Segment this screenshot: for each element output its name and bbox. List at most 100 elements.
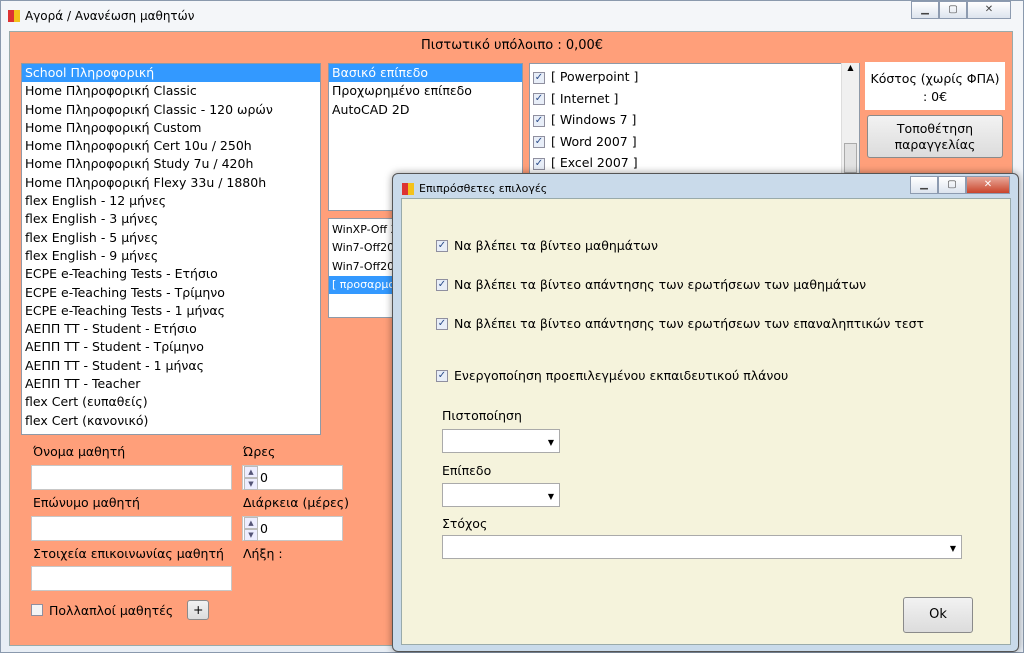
cost-label: Κόστος (χωρίς ΦΠΑ)	[870, 71, 1000, 86]
first-name-input[interactable]	[31, 465, 232, 490]
product-item[interactable]: ΑΕΠΠ ΤΤ - Teacher	[22, 375, 320, 393]
product-item[interactable]: flex English - 5 μήνες	[22, 229, 320, 247]
product-item[interactable]: flex English - 9 μήνες	[22, 247, 320, 265]
place-order-button[interactable]: Τοποθέτηση παραγγελίας	[867, 115, 1003, 158]
duration-label: Διάρκεια (μέρες)	[243, 495, 350, 510]
product-item[interactable]: ΑΕΠΠ ΤΤ - Student - Ετήσιο	[22, 320, 320, 338]
list-item-label: Home Πληροφορική Flexy 33u / 1880h	[25, 174, 267, 190]
option-checkbox[interactable]: ✓	[436, 239, 448, 252]
list-item-label: ΑΕΠΠ ΤΤ - Student - Ετήσιο	[25, 321, 197, 337]
list-item-label: School Πληροφορική	[25, 65, 155, 80]
window-controls: ▁ ▢ ✕	[911, 1, 1011, 19]
list-item-label: [ Powerpoint ]	[551, 69, 639, 84]
dialog-icon	[402, 183, 414, 195]
option-label: Να βλέπει τα βίντεο απάντησης των ερωτήσ…	[454, 277, 867, 292]
module-item[interactable]: ✓ [ Powerpoint ]	[530, 66, 859, 88]
ok-button[interactable]: Ok	[903, 597, 973, 633]
list-item-label: Home Πληροφορική Custom	[25, 119, 202, 135]
product-item[interactable]: flex English - 12 μήνες	[22, 192, 320, 210]
cost-box: Κόστος (χωρίς ΦΠΑ) : 0€	[865, 62, 1005, 110]
list-item-label: ΑΕΠΠ ΤΤ - Student - 1 μήνας	[25, 357, 204, 373]
module-item[interactable]: ✓ [ Windows 7 ]	[530, 109, 859, 131]
module-checkbox[interactable]: ✓	[533, 114, 545, 127]
list-item-label: ECPE e-Teaching Tests - Ετήσιο	[25, 266, 218, 282]
option-checkbox[interactable]: ✓	[436, 278, 448, 291]
list-item-label: Home Πληροφορική Cert 10u / 250h	[25, 138, 252, 154]
expiry-label: Λήξη :	[243, 546, 283, 561]
product-item[interactable]: ECPE e-Teaching Tests - 1 μήνας	[22, 302, 320, 320]
level-dropdown[interactable]: ▼	[442, 483, 560, 507]
option-label: Να βλέπει τα βίντεο μαθημάτων	[454, 238, 658, 253]
cert-dropdown[interactable]: ▼	[442, 429, 560, 453]
maximize-button[interactable]: ▢	[939, 1, 967, 19]
goal-dropdown[interactable]: ▼	[442, 535, 962, 559]
product-item[interactable]: ΑΕΠΠ ΤΤ - Student - 1 μήνας	[22, 357, 320, 375]
minimize-button[interactable]: ▁	[911, 1, 939, 19]
option-label: Να βλέπει τα βίντεο απάντησης των ερωτήσ…	[454, 316, 925, 331]
list-item-label: [ Internet ]	[551, 90, 619, 106]
module-scrollbar[interactable]: ▲	[841, 63, 859, 173]
level-item[interactable]: AutoCAD 2D	[329, 101, 522, 119]
product-item[interactable]: Home Πληροφορική Classic	[22, 82, 320, 100]
add-button[interactable]: +	[187, 600, 210, 620]
product-item[interactable]: ΑΕΠΠ ΤΤ - Student - Τρίμηνο	[22, 338, 320, 356]
module-checkbox[interactable]: ✓	[533, 93, 545, 105]
list-item-label: Win7-Off20	[332, 241, 395, 255]
product-item[interactable]: Home Πληροφορική Custom	[22, 119, 320, 137]
dialog-body: ✓ Να βλέπει τα βίντεο μαθημάτων ✓ Να βλέπε…	[401, 198, 1011, 645]
dialog-close-button[interactable]: ✕	[966, 176, 1010, 194]
duration-stepper[interactable]: ▲ ▼ 0	[242, 516, 343, 541]
product-item[interactable]: School Πληροφορική	[22, 64, 320, 83]
level-item[interactable]: Βασικό επίπεδο	[329, 64, 522, 83]
product-list[interactable]: School Πληροφορική Home Πληροφορική Class…	[21, 63, 321, 435]
multiple-students-label: Πολλαπλοί μαθητές	[49, 602, 174, 618]
dialog-title: Επιπρόσθετες επιλογές	[419, 182, 548, 195]
product-item[interactable]: Home Πληροφορική Study 7u / 420h	[22, 155, 320, 173]
multiple-students-checkbox[interactable]	[31, 604, 43, 616]
product-item[interactable]: ECPE e-Teaching Tests - Τρίμηνο	[22, 284, 320, 302]
product-item[interactable]: flex English - 3 μήνες	[22, 210, 320, 228]
list-item-label: flex Cert (κανονικό)	[25, 412, 149, 428]
last-name-input[interactable]	[31, 516, 232, 541]
list-item-label: ΑΕΠΠ ΤΤ - Teacher	[25, 376, 141, 392]
module-checkbox[interactable]: ✓	[533, 136, 545, 148]
product-item[interactable]: flex Cert (ευπαθείς)	[22, 393, 320, 411]
level-label: Επίπεδο	[442, 463, 492, 478]
product-item[interactable]: ECPE e-Teaching Tests - Ετήσιο	[22, 265, 320, 283]
level-item[interactable]: Προχωρημένο επίπεδο	[329, 82, 522, 100]
contact-input[interactable]	[31, 566, 232, 591]
list-item-label: flex English - 3 μήνες	[25, 211, 159, 227]
hours-stepper[interactable]: ▲ ▼ 0	[242, 465, 343, 490]
list-item-label: flex English - 5 μήνες	[25, 229, 159, 245]
module-item[interactable]: ✓ [ Excel 2007 ]	[530, 152, 859, 174]
list-item-label: Win7-Off20	[332, 259, 395, 273]
product-item[interactable]: Home Πληροφορική Classic - 120 ωρών	[22, 101, 320, 119]
module-checklist[interactable]: ✓ [ Powerpoint ] ✓ [ Internet ] ✓ [ Windows 7…	[529, 63, 860, 183]
product-item[interactable]: Home Πληροφορική Cert 10u / 250h	[22, 137, 320, 155]
list-item-label: [ Excel 2007 ]	[551, 155, 638, 170]
list-item-label: ECPE e-Teaching Tests - Τρίμηνο	[25, 284, 225, 300]
option-checkbox[interactable]: ✓	[436, 317, 448, 330]
list-item-label: flex English - 12 μήνες	[25, 193, 167, 209]
dialog-maximize-button[interactable]: ▢	[938, 176, 966, 194]
first-name-label: Όνομα μαθητή	[33, 444, 126, 459]
cost-value: : 0€	[922, 89, 948, 104]
product-item[interactable]: flex Cert (κανονικό)	[22, 412, 320, 430]
duration-value: 0	[260, 521, 268, 536]
hours-value: 0	[260, 470, 268, 485]
list-item-label: Βασικό επίπεδο	[332, 65, 429, 80]
product-item[interactable]: Home Πληροφορική Flexy 33u / 1880h	[22, 174, 320, 192]
close-button[interactable]: ✕	[967, 1, 1011, 19]
plan-checkbox[interactable]: ✓	[436, 369, 448, 382]
list-item-label: WinXP-Off X	[332, 223, 399, 236]
dialog-minimize-button[interactable]: ▁	[910, 176, 938, 194]
list-item-label: Home Πληροφορική Study 7u / 420h	[25, 156, 254, 172]
hours-label: Ώρες	[243, 444, 276, 459]
module-checkbox[interactable]: ✓	[533, 71, 545, 84]
list-item-label: flex English - 9 μήνες	[25, 247, 159, 263]
last-name-label: Επώνυμο μαθητή	[33, 495, 140, 510]
module-item[interactable]: ✓ [ Internet ]	[530, 88, 859, 110]
module-checkbox[interactable]: ✓	[533, 157, 545, 170]
contact-label: Στοιχεία επικοινωνίας μαθητή	[33, 546, 224, 561]
module-item[interactable]: ✓ [ Word 2007 ]	[530, 131, 859, 153]
